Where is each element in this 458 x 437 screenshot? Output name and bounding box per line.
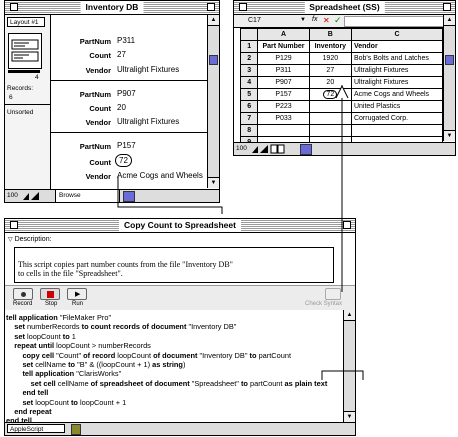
arrow-head-icon bbox=[335, 84, 349, 99]
count-connector bbox=[117, 176, 223, 214]
callout-connectors bbox=[117, 84, 364, 380]
partcount-bracket bbox=[321, 370, 364, 380]
